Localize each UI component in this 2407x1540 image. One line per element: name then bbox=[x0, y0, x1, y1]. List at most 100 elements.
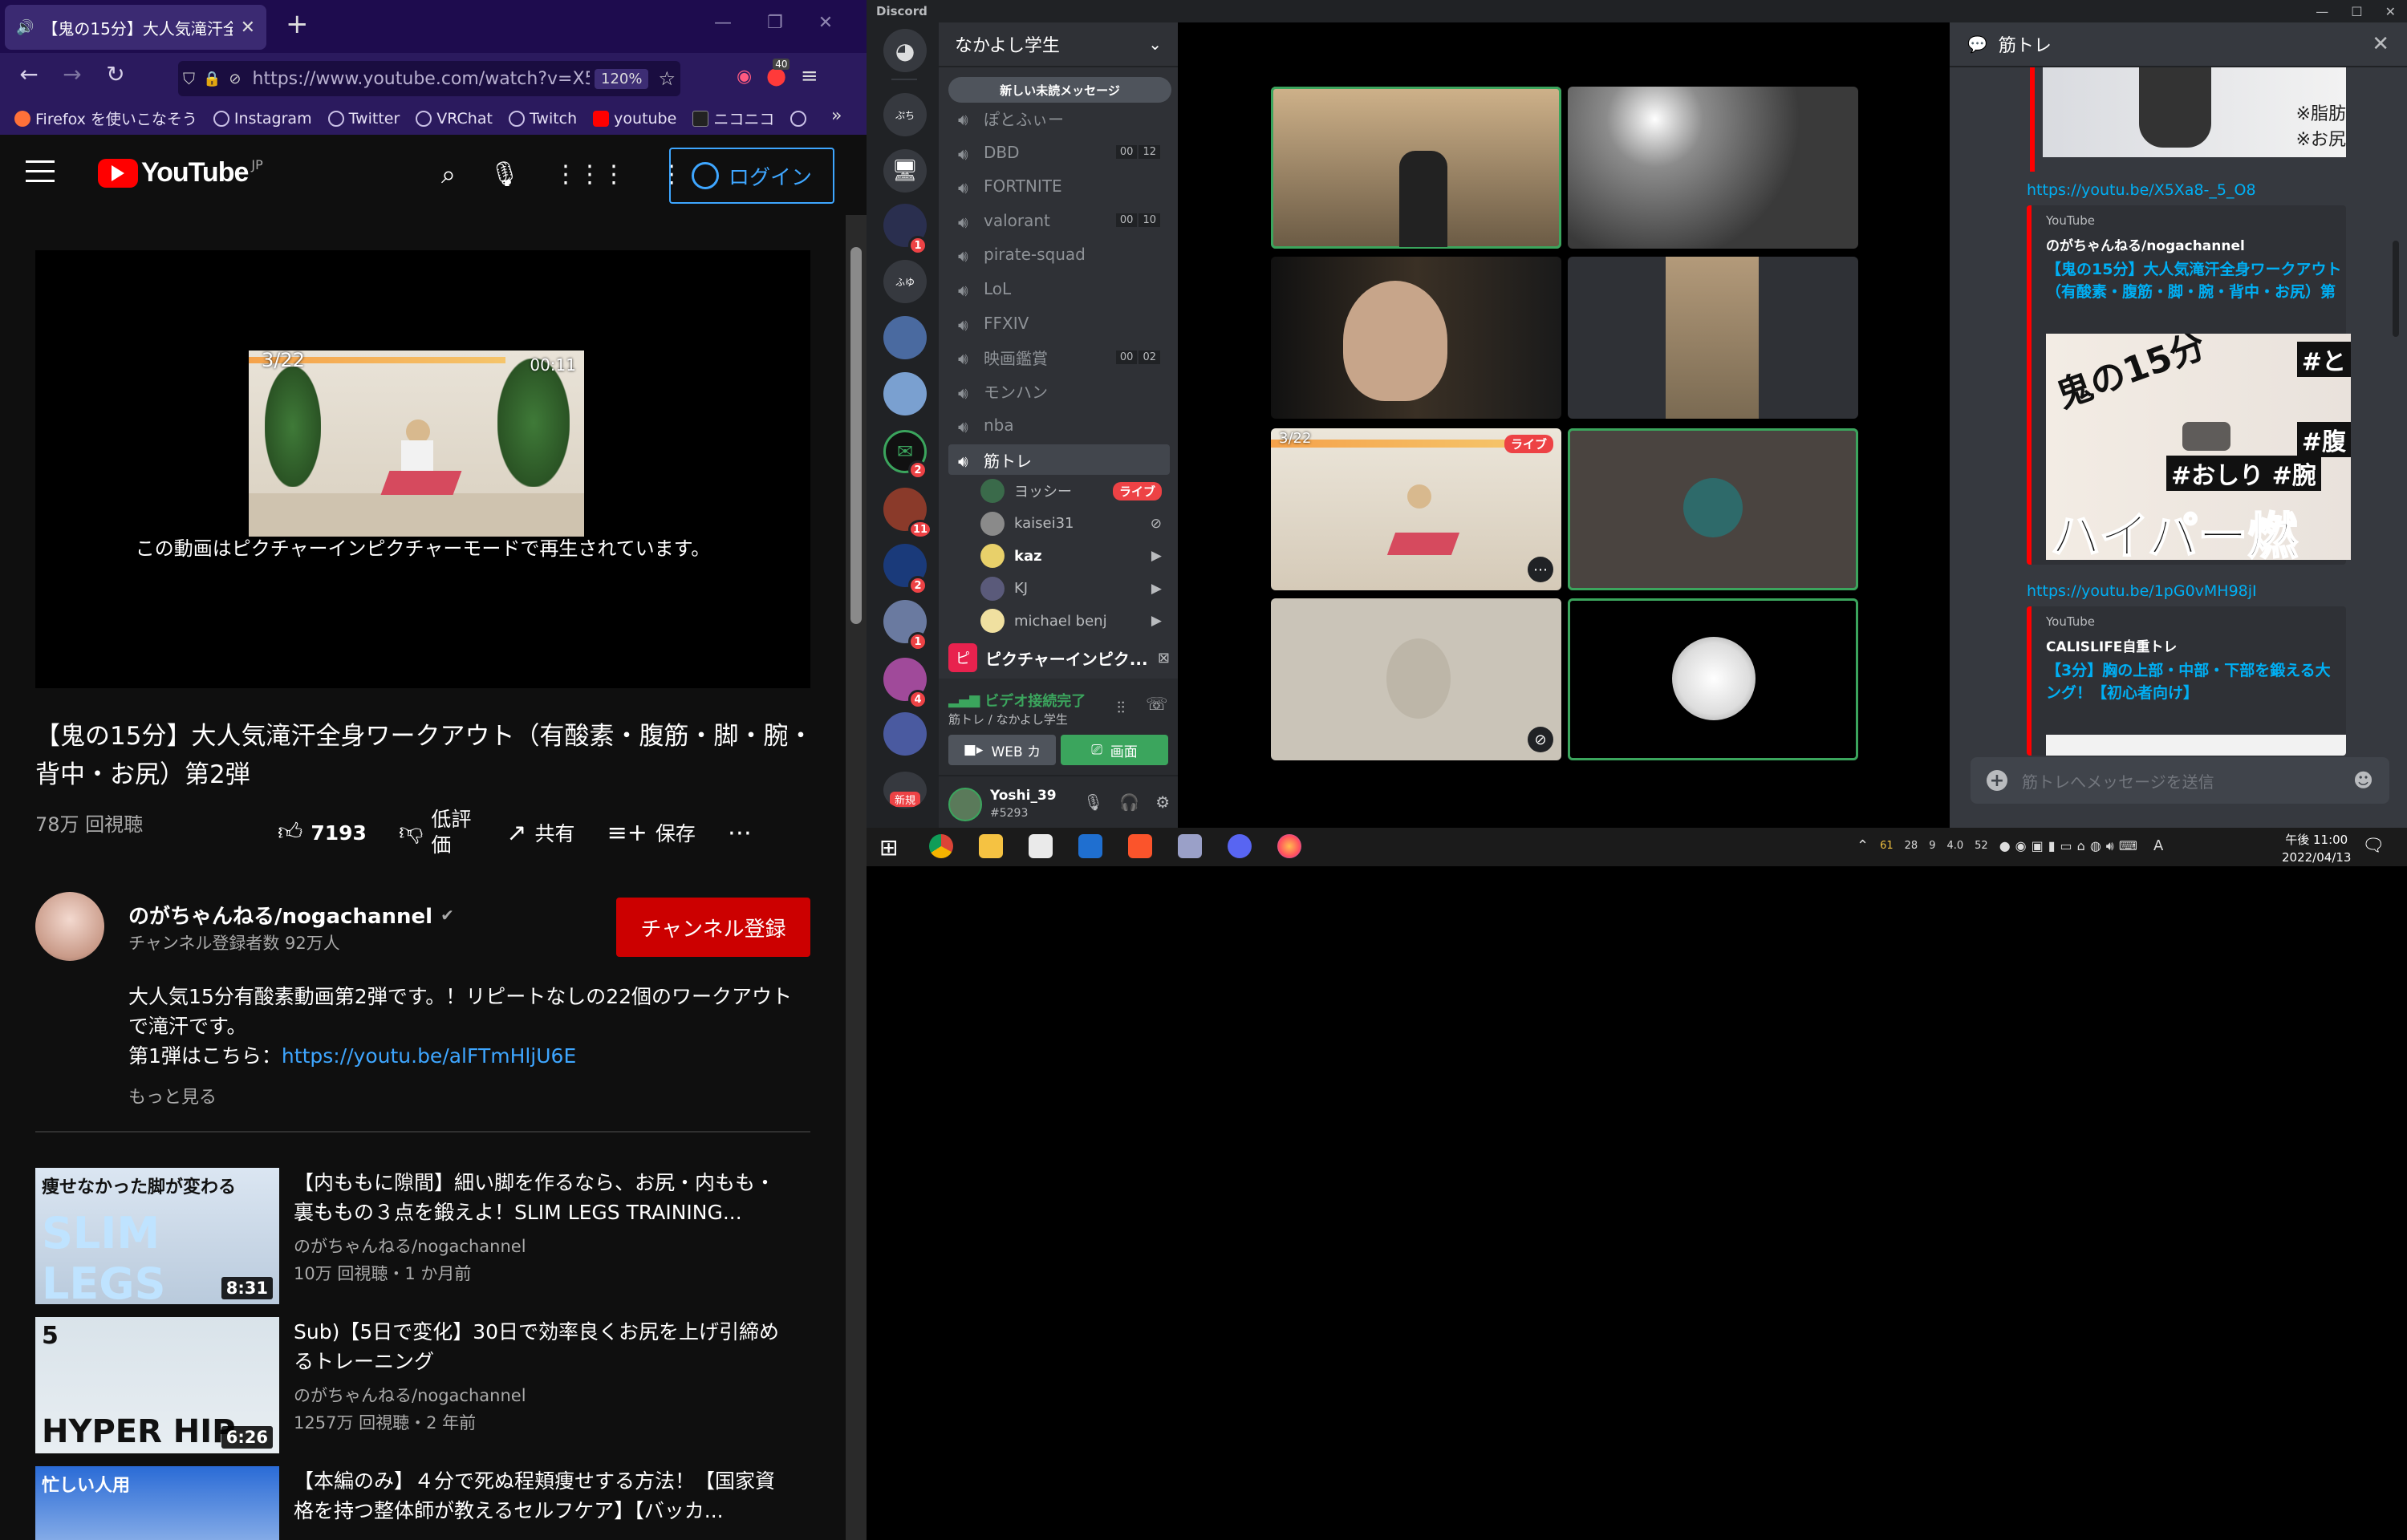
voice-user-1[interactable]: kaisei31 ⊘ bbox=[980, 509, 1170, 538]
ime-indicator[interactable]: A bbox=[2153, 837, 2163, 854]
star-icon[interactable]: ☆ bbox=[658, 67, 676, 90]
voice-channel-1[interactable]: 🔊︎ DBD 00 12 bbox=[948, 137, 1170, 168]
voice-user-0[interactable]: ヨッシー ライブ bbox=[980, 476, 1170, 505]
lock-icon[interactable]: 🔒 bbox=[203, 71, 221, 87]
restore-icon[interactable]: ❐ bbox=[767, 13, 783, 33]
noise-icon[interactable]: ⫶⫶ bbox=[1117, 698, 1125, 717]
reload-icon[interactable]: ↻ bbox=[98, 61, 133, 87]
back-icon[interactable]: ← bbox=[11, 61, 47, 87]
close-box-icon[interactable]: ⊠ bbox=[1158, 650, 1170, 667]
embed-thumbnail[interactable]: 鬼の15分 #と #腹 #おしり #腕 ハイパー燃 bbox=[2046, 334, 2351, 560]
close-tab-icon[interactable]: ✕ bbox=[241, 18, 255, 38]
voice-channel-3[interactable]: 🔊︎ valorant 00 10 bbox=[948, 205, 1170, 236]
voice-location[interactable]: 筋トレ / なかよし学生 bbox=[948, 711, 1068, 727]
tray-chevron-icon[interactable]: ⌃ bbox=[1857, 837, 1869, 854]
new-tab-button[interactable]: + bbox=[286, 8, 309, 40]
server-header[interactable]: なかよし学生 ⌄ bbox=[939, 22, 1178, 67]
close-window-icon[interactable]: ✕ bbox=[818, 13, 833, 33]
voice-channel-6[interactable]: 🔊︎ FFXIV bbox=[948, 308, 1170, 338]
voice-user-2[interactable]: kaz ▶ bbox=[980, 541, 1170, 570]
bookmark-4[interactable]: Twitch bbox=[508, 110, 577, 128]
recommended-title[interactable]: 【本編のみ】４分で死ぬ程頬痩せする方法！【国家資格を持つ整体師が教えるセルフケア… bbox=[294, 1466, 791, 1526]
video-tile-7[interactable]: ⊘ bbox=[1271, 598, 1561, 760]
scrollbar-thumb[interactable] bbox=[850, 247, 862, 624]
recommended-video[interactable]: 5 HYPER HIP 6:26 Sub)【5日で変化】30日で効率良くお尻を上げ引締… bbox=[35, 1317, 838, 1453]
pocket-icon[interactable]: ◉ bbox=[737, 67, 752, 87]
url-bar[interactable]: ⛉ 🔒 ⊘ https://www.youtube.com/watch?v=X5… bbox=[178, 61, 680, 96]
dc-minimize-icon[interactable]: — bbox=[2316, 4, 2328, 19]
close-thread-icon[interactable]: ✕ bbox=[2372, 32, 2389, 56]
recommended-video[interactable]: 痩せなかった脚が変わる SLIM LEGS 8:31 【内ももに隙間】細い脚を作るなら… bbox=[35, 1168, 838, 1304]
add-attachment-icon[interactable]: + bbox=[1987, 770, 2007, 791]
guild-icon-4[interactable]: ふゆ bbox=[883, 260, 927, 303]
share-button[interactable]: ↗ 共有 bbox=[506, 818, 574, 847]
chrome-icon[interactable] bbox=[929, 834, 953, 858]
embed-play-icon[interactable] bbox=[2182, 422, 2230, 451]
tray-icons[interactable]: ●◉▣▮▭⌂◍🔊︎⌨ bbox=[1999, 838, 2142, 854]
bookmark-2[interactable]: Twitter bbox=[327, 110, 400, 128]
bookmark-0[interactable]: Firefox を使いこなそう bbox=[14, 107, 197, 129]
thread-scrollbar[interactable] bbox=[2393, 241, 2399, 337]
menu-icon[interactable]: ≡ bbox=[801, 64, 818, 88]
video-tile-3[interactable] bbox=[1271, 257, 1561, 419]
channel-avatar[interactable] bbox=[35, 892, 104, 961]
extension-icon[interactable]: ⬤ 40 bbox=[766, 58, 790, 87]
more-options-icon[interactable]: ⋯ bbox=[1528, 557, 1553, 582]
login-button[interactable]: ログイン bbox=[669, 148, 834, 204]
guild-icon-12[interactable] bbox=[883, 712, 927, 756]
new-messages-pill[interactable]: 新しい未読メッセージ bbox=[948, 77, 1171, 103]
microphone-icon[interactable]: 🎙 bbox=[489, 160, 520, 188]
video-tile-6[interactable] bbox=[1568, 428, 1858, 590]
recommended-video[interactable]: 忙しい人用 【本編のみ】４分で死ぬ程頬痩せする方法！【国家資格を持つ整体師が教える… bbox=[35, 1466, 838, 1540]
bookmark-3[interactable]: VRChat bbox=[416, 110, 493, 128]
voice-channel-5[interactable]: 🔊︎ LoL bbox=[948, 274, 1170, 304]
youtube-logo[interactable]: YouTube JP bbox=[98, 157, 263, 188]
dislike-button[interactable]: 👎︎ 低評価 bbox=[399, 807, 474, 858]
forward-icon[interactable]: → bbox=[55, 61, 90, 87]
brave-icon[interactable] bbox=[1128, 834, 1152, 858]
embed-title[interactable]: 【鬼の15分】大人気滝汗全身ワークアウト（有酸素・腹筋・脚・腕・背中・お尻）第2… bbox=[2046, 258, 2344, 303]
like-button[interactable]: 👍︎ 7193 bbox=[278, 818, 367, 847]
thread-link-2[interactable]: https://youtu.be/1pG0vMH98jI bbox=[2027, 582, 2257, 600]
voice-user-4[interactable]: michael benj ▶ bbox=[980, 606, 1170, 635]
video-tile-5[interactable]: 3/22 ライブ ⋯ bbox=[1271, 428, 1561, 590]
voice-channel-9[interactable]: 🔊︎ nba bbox=[948, 410, 1170, 440]
speaker-icon[interactable]: 🔊 bbox=[16, 19, 34, 36]
new-folder[interactable]: 新規 bbox=[883, 772, 927, 808]
more-horiz-icon[interactable]: ⋯ bbox=[728, 819, 752, 847]
channel-name[interactable]: のがちゃんねる/nogachannel ✔ bbox=[128, 900, 454, 930]
youtube-embed-2[interactable]: YouTube CALISLIFE自重トレ 【3分】胸の上部・中部・下部を鍛える… bbox=[2027, 606, 2346, 756]
video-thumbnail[interactable]: 忙しい人用 bbox=[35, 1466, 279, 1540]
screen-share-button[interactable]: ⎚ 画面 bbox=[1061, 735, 1168, 765]
recommended-channel[interactable]: のがちゃんねる/nogachannel bbox=[294, 1383, 526, 1407]
voice-channel-2[interactable]: 🔊︎ FORTNITE bbox=[948, 171, 1170, 201]
subscribe-button[interactable]: チャンネル登録 bbox=[616, 898, 810, 957]
voice-channel-7[interactable]: 🔊︎ 映画鑑賞 00 02 bbox=[948, 342, 1170, 372]
active-tab[interactable]: 🔊 【鬼の15分】大人気滝汗全身ワークア ✕ bbox=[5, 5, 266, 50]
save-button[interactable]: ≡+ 保存 bbox=[607, 818, 696, 847]
globe-icon[interactable] bbox=[790, 110, 807, 127]
video-tile-8[interactable] bbox=[1568, 598, 1858, 760]
apps-icon[interactable]: ⋮⋮⋮ bbox=[554, 160, 626, 188]
embed-title[interactable]: 【3分】胸の上部・中部・下部を鍛える大ング！【初心者向け】 bbox=[2046, 659, 2344, 704]
search-icon[interactable]: ⌕ bbox=[441, 159, 456, 190]
guild-icon-6[interactable] bbox=[883, 372, 927, 415]
show-more-link[interactable]: もっと見る bbox=[128, 1083, 217, 1108]
home-icon[interactable]: ◕ bbox=[883, 29, 927, 72]
bookmark-5[interactable]: youtube bbox=[593, 110, 676, 128]
page-scrollbar[interactable] bbox=[846, 215, 867, 1540]
bookmark-6[interactable]: ニコニコ bbox=[692, 107, 774, 129]
camera-button[interactable]: ■▸ WEB カ bbox=[948, 735, 1056, 765]
store-icon[interactable] bbox=[1029, 834, 1053, 858]
recommended-channel[interactable]: のがちゃんねる/nogachannel bbox=[294, 1234, 526, 1258]
file-explorer-icon[interactable] bbox=[979, 834, 1003, 858]
voice-user-3[interactable]: KJ ▶ bbox=[980, 574, 1170, 603]
discord-taskbar-icon[interactable] bbox=[1228, 834, 1252, 858]
description-link[interactable]: https://youtu.be/alFTmHljU6E bbox=[282, 1044, 576, 1068]
message-input[interactable]: + 筋トレへメッセージを送信 ☻ bbox=[1971, 757, 2389, 804]
guild-icon-5[interactable] bbox=[883, 316, 927, 359]
settings-gear-icon[interactable]: ⚙ bbox=[1155, 792, 1170, 812]
bookmarks-overflow-icon[interactable]: » bbox=[831, 106, 842, 126]
user-avatar[interactable] bbox=[948, 788, 982, 821]
firefox-taskbar-icon[interactable] bbox=[1277, 834, 1301, 858]
